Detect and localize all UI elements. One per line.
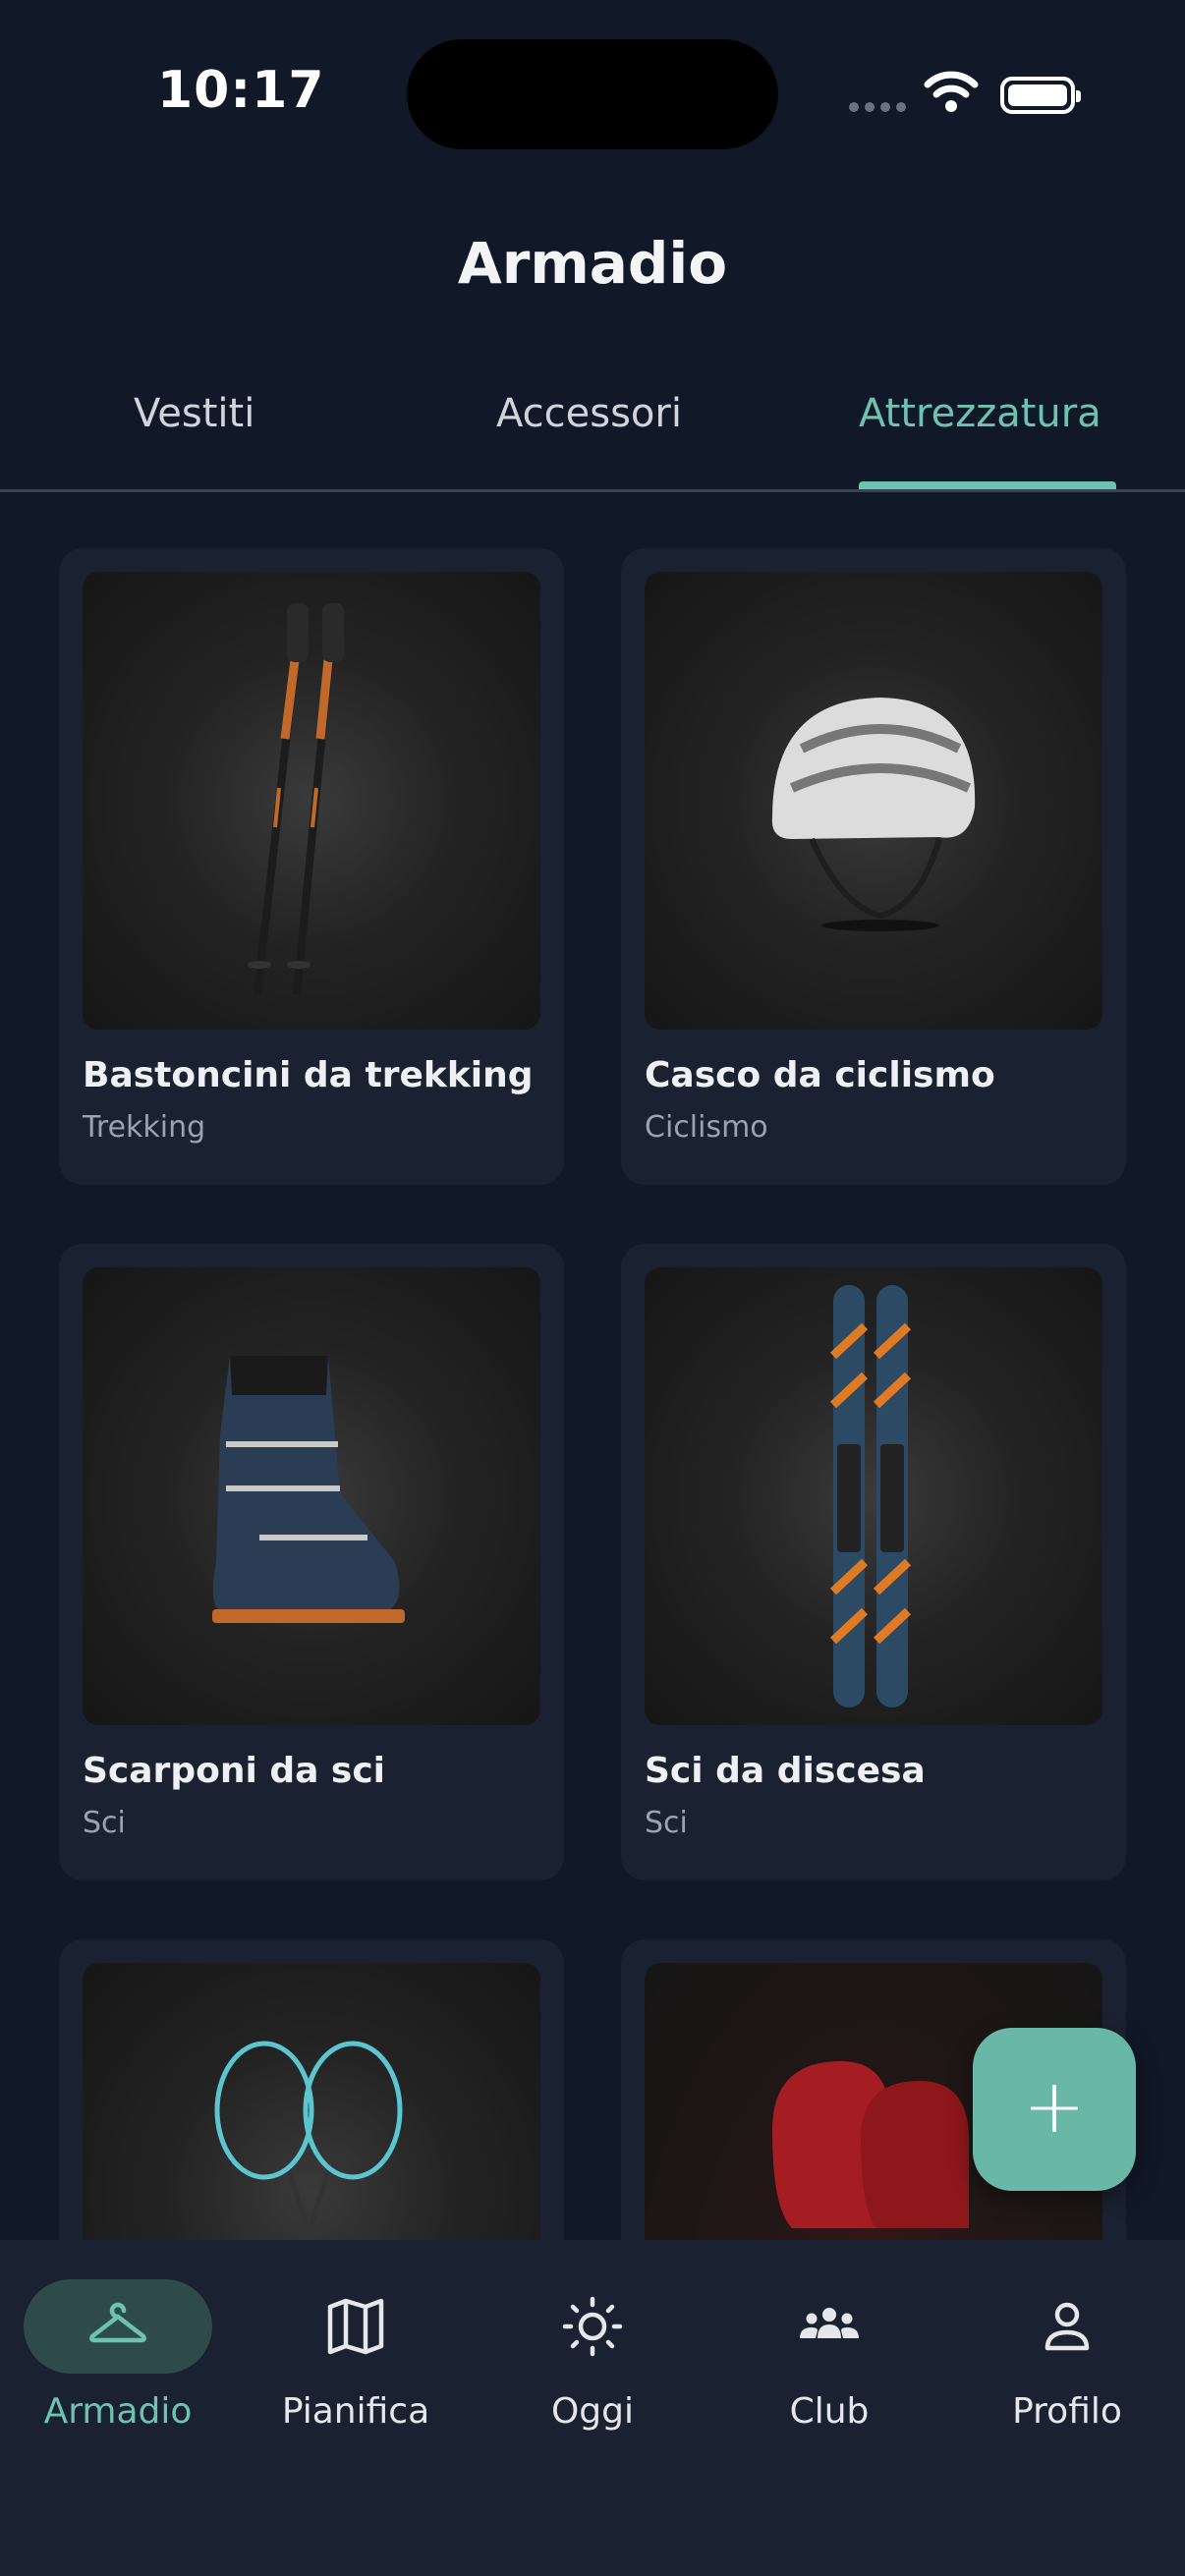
item-category: Trekking: [83, 1110, 206, 1145]
nav-item-oggi[interactable]: Oggi: [475, 2279, 710, 2456]
map-icon: [327, 2298, 384, 2355]
dynamic-island: [407, 39, 778, 149]
nav-label: Pianifica: [281, 2391, 430, 2432]
item-card[interactable]: Bastoncini da trekking Trekking: [59, 548, 564, 1185]
tab-attrezzatura[interactable]: Attrezzatura: [859, 391, 1101, 436]
nav-item-pianifica[interactable]: Pianifica: [238, 2279, 474, 2456]
bike-helmet-icon: [771, 698, 976, 931]
tab-vestiti[interactable]: Vestiti: [134, 391, 254, 436]
nav-label: Club: [789, 2391, 870, 2432]
add-item-button[interactable]: +: [973, 2028, 1136, 2191]
item-name: Sci da discesa: [645, 1751, 926, 1791]
bottom-navigation: Armadio Pianifica Oggi Club Profilo: [0, 2240, 1185, 2576]
active-tab-indicator: [859, 481, 1116, 489]
nav-label: Armadio: [43, 2391, 193, 2432]
item-image: [83, 572, 540, 1030]
item-image: [83, 1267, 540, 1725]
nav-item-club[interactable]: Club: [711, 2279, 947, 2456]
plus-icon: +: [1023, 2062, 1086, 2150]
wifi-icon: [924, 71, 979, 112]
group-icon: [800, 2308, 859, 2338]
person-icon: [1044, 2302, 1090, 2351]
nav-label: Oggi: [550, 2391, 635, 2432]
battery-icon: [1000, 77, 1081, 114]
sun-icon: [562, 2296, 623, 2357]
item-image: [645, 572, 1102, 1030]
status-bar: 10:17: [0, 0, 1185, 196]
item-card[interactable]: Casco da ciclismo Ciclismo: [621, 548, 1126, 1185]
status-time: 10:17: [157, 61, 325, 120]
hanger-icon: [89, 2302, 146, 2343]
item-category: Ciclismo: [645, 1110, 768, 1145]
skis-icon: [829, 1285, 912, 1708]
ski-boot-icon: [212, 1356, 405, 1623]
item-category: Sci: [645, 1806, 688, 1840]
tab-accessori[interactable]: Accessori: [496, 391, 682, 436]
item-category: Sci: [83, 1806, 126, 1840]
nav-item-armadio[interactable]: Armadio: [0, 2279, 236, 2456]
page-title: Armadio: [457, 230, 728, 297]
item-name: Scarponi da sci: [83, 1751, 386, 1791]
item-card[interactable]: Sci da discesa Sci: [621, 1244, 1126, 1880]
cellular-signal-icon: [849, 102, 906, 112]
item-name: Casco da ciclismo: [645, 1055, 995, 1095]
nav-label: Profilo: [1012, 2391, 1122, 2432]
item-image: [645, 1267, 1102, 1725]
item-name: Bastoncini da trekking: [83, 1055, 534, 1095]
item-card[interactable]: Scarponi da sci Sci: [59, 1244, 564, 1880]
nav-item-profilo[interactable]: Profilo: [949, 2279, 1185, 2456]
trekking-poles-icon: [248, 603, 344, 995]
category-tabs: Vestiti Accessori Attrezzatura: [0, 373, 1185, 492]
